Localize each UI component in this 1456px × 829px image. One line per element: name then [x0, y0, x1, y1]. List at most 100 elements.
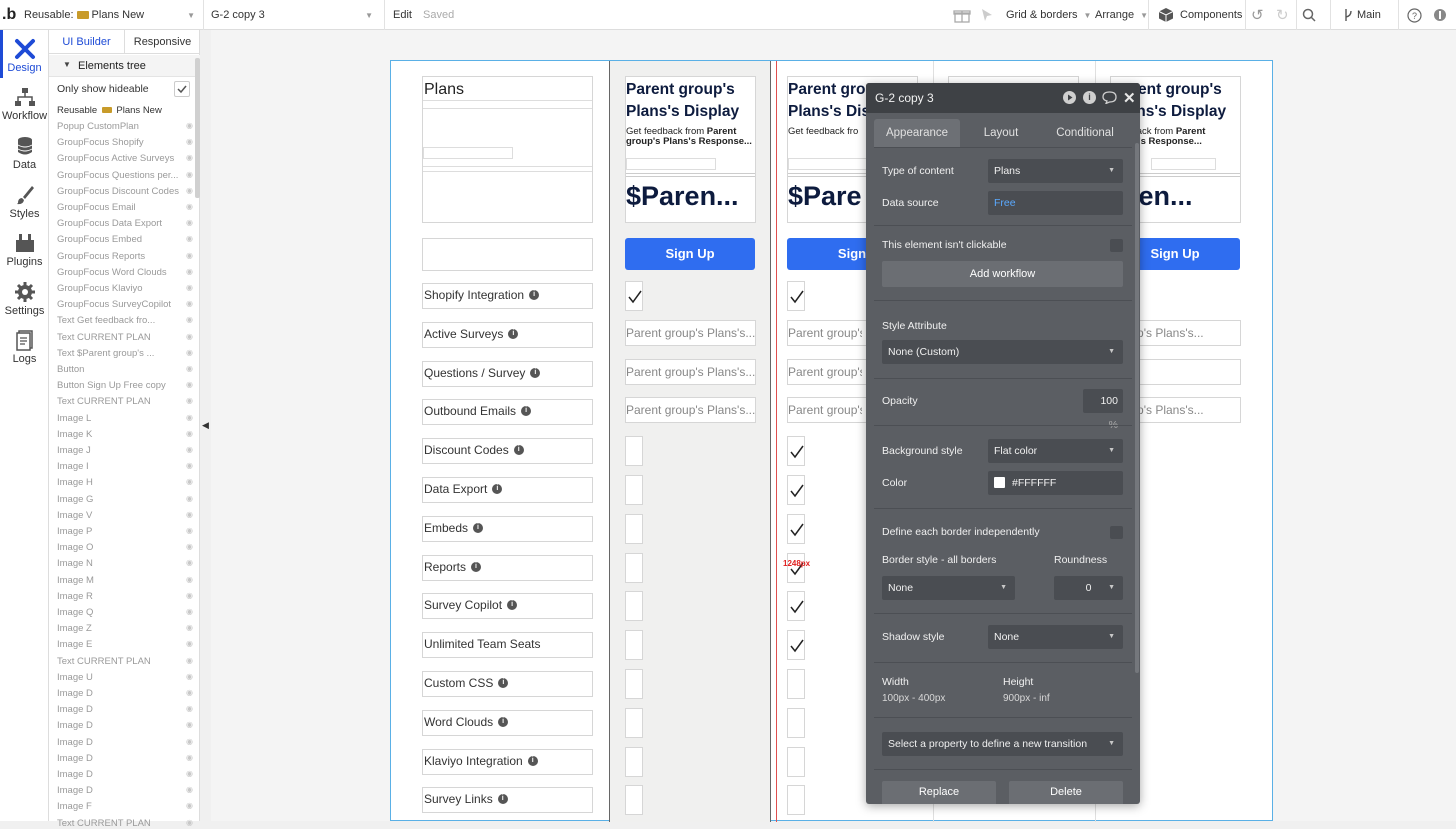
tree-item[interactable]: Image I ◉	[57, 461, 197, 472]
eye-icon[interactable]: ◉	[186, 380, 193, 389]
tab-ui-builder[interactable]: UI Builder	[49, 30, 125, 53]
eye-icon[interactable]: ◉	[186, 591, 193, 600]
info-icon[interactable]: i	[508, 328, 519, 339]
feature-row[interactable]: Unlimited Team Seats	[422, 632, 593, 659]
delete-button[interactable]: Delete	[1009, 781, 1123, 804]
eye-icon[interactable]: ◉	[186, 267, 193, 276]
arrange-menu[interactable]: Arrange ▼	[1095, 0, 1148, 30]
tools-icon[interactable]	[1432, 0, 1448, 30]
tree-item[interactable]: Image P ◉	[57, 526, 197, 537]
tree-item[interactable]: Text $Parent group's ... ◉	[57, 348, 197, 359]
eye-icon[interactable]: ◉	[186, 429, 193, 438]
tree-item[interactable]: Image Z ◉	[57, 623, 197, 634]
opacity-input[interactable]: 100 %	[1083, 389, 1123, 431]
edit-menu[interactable]: Edit	[393, 0, 412, 30]
info-icon[interactable]: i	[492, 484, 503, 494]
close-icon[interactable]: ✕	[1123, 89, 1136, 107]
tree-item[interactable]: Image M ◉	[57, 575, 197, 586]
page-selector[interactable]: Reusable: Plans New ▼	[24, 0, 199, 30]
tree-item[interactable]: Button Sign Up Free copy ◉	[57, 380, 197, 391]
only-hideable-checkbox[interactable]	[174, 81, 190, 97]
info-icon[interactable]: i	[521, 406, 532, 417]
eye-icon[interactable]: ◉	[186, 575, 193, 584]
shadow-style-select[interactable]: None ▼	[988, 625, 1123, 649]
eye-icon[interactable]: ◉	[186, 704, 193, 713]
elements-tree-header[interactable]: ▼ Elements tree	[49, 55, 200, 77]
tab-conditional[interactable]: Conditional	[1044, 119, 1126, 147]
tree-item[interactable]: Image G ◉	[57, 494, 197, 505]
editor-header[interactable]: G-2 copy 3 i ✕	[866, 83, 1140, 113]
info-icon[interactable]: i	[497, 794, 508, 805]
eye-icon[interactable]: ◉	[186, 461, 193, 470]
element-selector[interactable]: G-2 copy 3 ▼	[211, 0, 381, 30]
eye-icon[interactable]: ◉	[186, 818, 193, 827]
info-icon[interactable]: i	[473, 522, 484, 533]
roundness-select[interactable]: 0 ▼	[1054, 576, 1123, 600]
pointer-icon[interactable]	[980, 0, 994, 30]
nav-settings[interactable]: Settings	[0, 277, 49, 323]
eye-icon[interactable]: ◉	[186, 672, 193, 681]
tab-layout[interactable]: Layout	[966, 119, 1036, 147]
eye-icon[interactable]: ◉	[186, 315, 193, 324]
info-icon[interactable]: i	[513, 445, 524, 456]
eye-icon[interactable]: ◉	[186, 234, 193, 243]
info-icon[interactable]: i	[529, 290, 540, 300]
eye-icon[interactable]: ◉	[186, 299, 193, 308]
eye-icon[interactable]: ◉	[186, 283, 193, 292]
editor-scrollbar[interactable]	[1135, 143, 1139, 673]
tree-item[interactable]: GroupFocus Klaviyo ◉	[57, 283, 197, 294]
tree-item[interactable]: Image D ◉	[57, 737, 197, 748]
feature-row[interactable]: Survey Links i	[422, 787, 593, 814]
style-attribute-select[interactable]: None (Custom) ▼	[882, 340, 1123, 364]
tree-item[interactable]: Image K ◉	[57, 429, 197, 440]
tree-item[interactable]: Image D ◉	[57, 688, 197, 699]
components-button[interactable]: Components	[1158, 0, 1242, 30]
eye-icon[interactable]: ◉	[186, 753, 193, 762]
eye-icon[interactable]: ◉	[186, 477, 193, 486]
tree-item[interactable]: Text CURRENT PLAN ◉	[57, 656, 197, 667]
eye-icon[interactable]: ◉	[186, 688, 193, 697]
eye-icon[interactable]: ◉	[186, 364, 193, 373]
nav-plugins[interactable]: Plugins	[0, 228, 49, 274]
gift-icon[interactable]	[953, 0, 971, 30]
nav-logs[interactable]: Logs	[0, 325, 49, 371]
eye-icon[interactable]: ◉	[186, 542, 193, 551]
tree-item[interactable]: Image E ◉	[57, 639, 197, 650]
feature-row[interactable]: Outbound Emails i	[422, 399, 593, 426]
tree-root[interactable]: Reusable Plans New	[57, 105, 162, 116]
tree-item[interactable]: Image Q ◉	[57, 607, 197, 618]
tree-item[interactable]: Text Get feedback fro... ◉	[57, 315, 197, 326]
nav-workflow[interactable]: Workflow	[0, 82, 49, 128]
info-icon[interactable]: i	[507, 600, 518, 611]
background-style-select[interactable]: Flat color ▼	[988, 439, 1123, 463]
tree-item[interactable]: Popup CustomPlan ◉	[57, 121, 197, 132]
nav-design[interactable]: Design	[0, 34, 49, 80]
tree-item[interactable]: GroupFocus Reports ◉	[57, 251, 197, 262]
branch-selector[interactable]: Main	[1343, 0, 1381, 30]
feature-row[interactable]: Questions / Survey i	[422, 360, 593, 387]
search-icon[interactable]	[1302, 0, 1316, 30]
feature-row[interactable]: Shopify Integration i	[422, 283, 593, 309]
eye-icon[interactable]: ◉	[186, 396, 193, 405]
plans-header-group[interactable]: Plans	[422, 76, 593, 223]
tree-item[interactable]: GroupFocus Questions per... ◉	[57, 170, 197, 181]
tree-item[interactable]: Image D ◉	[57, 720, 197, 731]
eye-icon[interactable]: ◉	[186, 639, 193, 648]
transition-select[interactable]: Select a property to define a new transi…	[882, 732, 1123, 756]
feature-row[interactable]: Discount Codes i	[422, 438, 593, 465]
tree-item[interactable]: Image J ◉	[57, 445, 197, 456]
color-picker[interactable]: #FFFFFF	[988, 471, 1123, 495]
undo-icon[interactable]: ↺	[1251, 0, 1264, 30]
tree-item[interactable]: Text CURRENT PLAN ◉	[57, 396, 197, 407]
border-independent-checkbox[interactable]	[1110, 526, 1123, 539]
eye-icon[interactable]: ◉	[186, 348, 193, 357]
tree-item[interactable]: Image L ◉	[57, 413, 197, 424]
feature-row[interactable]: Klaviyo Integration i	[422, 748, 593, 775]
eye-icon[interactable]: ◉	[186, 251, 193, 260]
eye-icon[interactable]: ◉	[186, 769, 193, 778]
eye-icon[interactable]: ◉	[186, 607, 193, 616]
tree-item[interactable]: Image D ◉	[57, 769, 197, 780]
eye-icon[interactable]: ◉	[186, 623, 193, 632]
eye-icon[interactable]: ◉	[186, 332, 193, 341]
tree-scrollbar[interactable]	[195, 58, 200, 198]
